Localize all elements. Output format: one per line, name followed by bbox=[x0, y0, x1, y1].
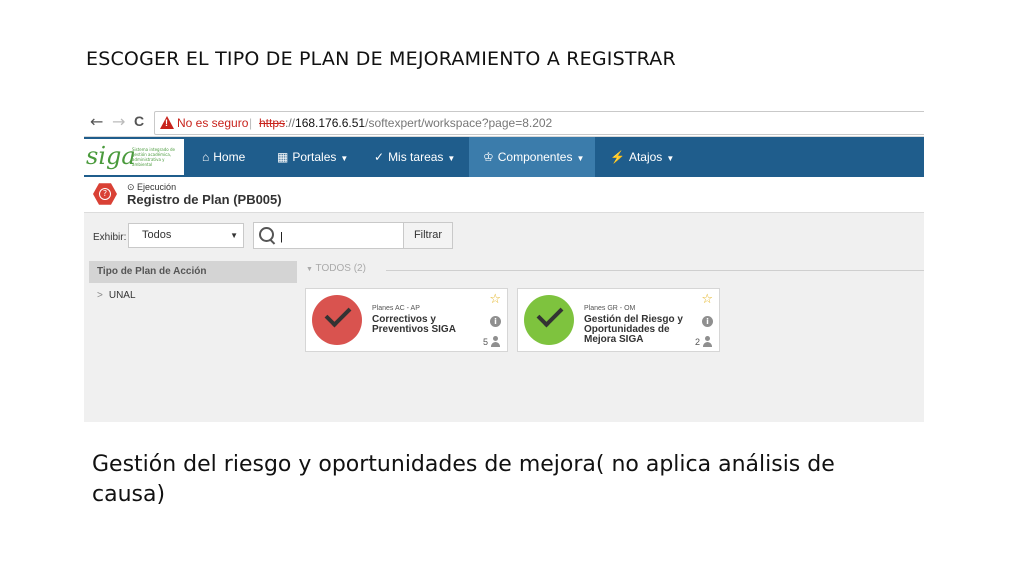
search-input[interactable] bbox=[278, 227, 402, 246]
user-count: 2 bbox=[694, 337, 700, 347]
nav-atajos[interactable]: ⚡ Atajos ▼ bbox=[600, 137, 684, 177]
exhibir-select[interactable]: Todos ▼ bbox=[128, 223, 244, 248]
slide-title: ESCOGER EL TIPO DE PLAN DE MEJORAMIENTO … bbox=[86, 48, 676, 70]
plan-card[interactable]: Planes AC - AP Correctivos y Preventivos… bbox=[305, 288, 508, 352]
filter-button[interactable]: Filtrar bbox=[403, 222, 453, 249]
question-icon: ? bbox=[99, 188, 111, 200]
url-scheme: https bbox=[259, 116, 286, 130]
plan-name: Gestión del Riesgo y Oportunidades de Me… bbox=[584, 314, 683, 345]
star-icon[interactable]: ☆ bbox=[701, 292, 713, 307]
status-badge: ? bbox=[93, 183, 117, 205]
logo-subtitle: Sistema integrado de gestión académica, … bbox=[132, 147, 175, 167]
security-label[interactable]: No es seguro bbox=[177, 112, 248, 134]
bolt-icon: ⚡ bbox=[610, 150, 625, 164]
forward-arrow-icon[interactable]: → bbox=[112, 112, 125, 131]
address-bar[interactable]: ! No es seguro | https://168.176.6.51/so… bbox=[154, 111, 924, 135]
divider bbox=[386, 270, 924, 271]
user-icon bbox=[702, 336, 713, 347]
chevron-right-icon[interactable]: > bbox=[97, 290, 103, 301]
filter-bar: Exhibir: Todos▼ Filtrar bbox=[84, 213, 924, 261]
plan-name: Correctivos y Preventivos SIGA bbox=[372, 314, 456, 335]
tree-item-unal[interactable]: > UNAL bbox=[97, 290, 136, 301]
app-navbar: siga Sistema integrado de gestión académ… bbox=[84, 137, 924, 177]
back-arrow-icon[interactable]: ← bbox=[90, 112, 103, 131]
caret-down-icon: ▼ bbox=[230, 231, 238, 240]
caret-down-icon: ▼ bbox=[306, 266, 313, 273]
check-circle-icon bbox=[312, 295, 362, 345]
home-icon: ⌂ bbox=[202, 150, 210, 164]
group-header[interactable]: ▼ TODOS (2) bbox=[306, 263, 366, 274]
user-count: 5 bbox=[482, 337, 488, 347]
grid-icon: ▦ bbox=[277, 150, 289, 164]
trophy-icon: ♔ bbox=[483, 150, 494, 164]
search-icon bbox=[259, 227, 274, 242]
page-header: ? ⊙ Ejecución Registro de Plan (PB005) bbox=[84, 177, 924, 213]
nav-mis-tareas[interactable]: ✓ Mis tareas ▼ bbox=[364, 137, 465, 177]
user-icon bbox=[490, 336, 501, 347]
caret-down-icon: ▼ bbox=[447, 154, 456, 163]
screenshot-panel: ← → C ! No es seguro | https://168.176.6… bbox=[84, 108, 924, 422]
plan-card[interactable]: Planes GR - OM Gestión del Riesgo y Opor… bbox=[517, 288, 720, 352]
url-path: /softexpert/workspace?page=8.202 bbox=[365, 116, 553, 130]
nav-componentes[interactable]: ♔ Componentes ▼ bbox=[469, 137, 595, 177]
sidebar-header: Tipo de Plan de Acción bbox=[89, 261, 297, 283]
url-host: 168.176.6.51 bbox=[295, 116, 366, 130]
slide-caption: Gestión del riesgo y oportunidades de me… bbox=[92, 452, 835, 507]
info-icon[interactable]: i bbox=[490, 316, 501, 327]
exhibir-label: Exhibir: bbox=[93, 232, 127, 243]
nav-home[interactable]: ⌂ Home bbox=[192, 137, 255, 177]
plan-type: Planes AC - AP bbox=[372, 305, 420, 312]
plan-type: Planes GR - OM bbox=[584, 305, 636, 312]
caret-down-icon: ▼ bbox=[340, 154, 349, 163]
browser-toolbar: ← → C ! No es seguro | https://168.176.6… bbox=[84, 108, 924, 137]
check-circle-icon bbox=[524, 295, 574, 345]
caret-down-icon: ▼ bbox=[666, 154, 675, 163]
caret-down-icon: ▼ bbox=[576, 154, 585, 163]
siga-logo[interactable]: siga Sistema integrado de gestión académ… bbox=[84, 139, 184, 175]
url-text[interactable]: https://168.176.6.51/softexpert/workspac… bbox=[259, 112, 552, 134]
check-icon: ✓ bbox=[374, 150, 385, 164]
star-icon[interactable]: ☆ bbox=[489, 292, 501, 307]
reload-icon[interactable]: C bbox=[134, 113, 144, 129]
logo-word: siga bbox=[86, 142, 136, 170]
info-icon[interactable]: i bbox=[702, 316, 713, 327]
page-title: Registro de Plan (PB005) bbox=[127, 192, 282, 207]
nav-portales[interactable]: ▦ Portales ▼ bbox=[267, 137, 358, 177]
